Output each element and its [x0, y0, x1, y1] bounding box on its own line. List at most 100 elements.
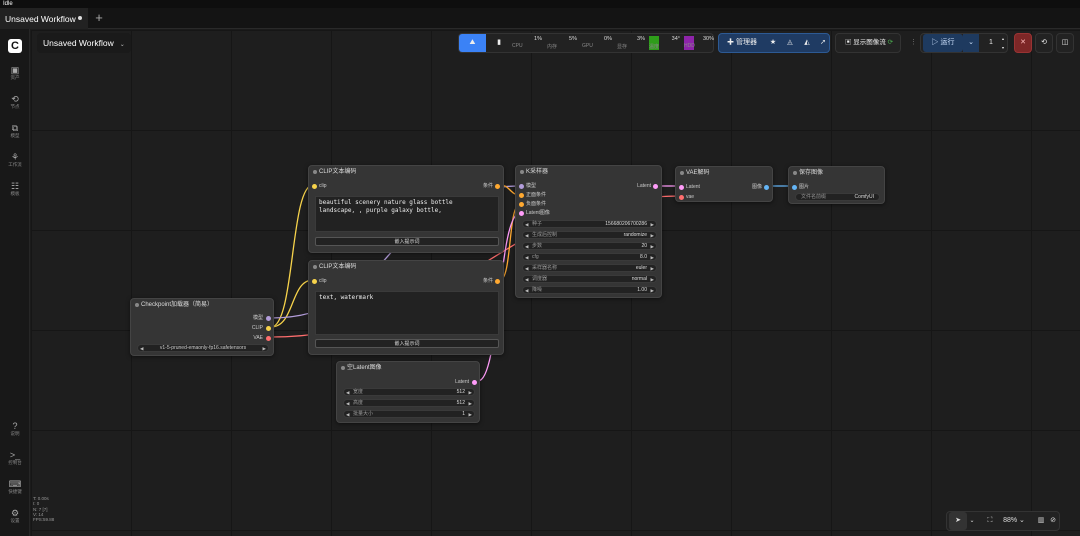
sidebar-item-console[interactable]: >_ 控制台 — [0, 450, 30, 466]
sidebar-item-workflows[interactable]: ⚘ 工作流 — [0, 152, 30, 168]
denoise-widget[interactable]: ◀ 降噪 1.00 ▶ — [522, 286, 657, 294]
arrow-left-icon: ◀ — [140, 346, 144, 351]
embed-prompt-button[interactable]: 嵌入提示词 — [315, 237, 499, 246]
node-clip-text-encode-negative[interactable]: CLIP文本编码 clip 条件 text, watermark 嵌入提示词 — [308, 260, 504, 355]
comfy-logo-icon[interactable]: C — [8, 39, 22, 53]
sidebar-item-models[interactable]: ⧉ 模型 — [0, 123, 30, 139]
sidebar-item-templates[interactable]: ☷ 模板 — [0, 181, 30, 197]
steps-widget[interactable]: ◀ 步数 20 ▶ — [522, 242, 657, 250]
sidebar-item-shortcuts[interactable]: ⌨ 快捷键 — [0, 479, 30, 495]
batch-size-widget[interactable]: ◀ 批量大小 1 ▶ — [343, 410, 475, 418]
scheduler-widget[interactable]: ◀ 调度器 normal ▶ — [522, 275, 657, 283]
puzzle-icon: ✚ — [727, 39, 736, 46]
vram-monitor: 3% 显存 — [617, 36, 645, 50]
height-widget[interactable]: ◀ 高度 512 ▶ — [343, 399, 475, 407]
crystools-icon[interactable]: ⛰ — [459, 34, 486, 52]
node-title: Checkpoint加载器（简易） — [131, 299, 273, 311]
model-input-dot[interactable] — [519, 184, 524, 189]
node-title: CLIP文本编码 — [309, 166, 503, 178]
star-icon[interactable]: ★ — [765, 34, 781, 52]
sidebar-item-help[interactable]: ? 说明 — [0, 421, 30, 437]
cfg-widget[interactable]: ◀ cfg 8.0 ▶ — [522, 253, 657, 261]
manager-group: ✚ 管理器 ★ ◬ ◭ ➚ — [718, 33, 830, 53]
prompt-textarea[interactable]: beautiful scenery nature glass bottle la… — [315, 196, 499, 232]
model-output-dot[interactable] — [266, 316, 271, 321]
filename-prefix-widget[interactable]: 文件名前缀 ComfyUI — [795, 193, 880, 201]
help-icon: ? — [12, 421, 18, 431]
toggle-panel-button[interactable]: ◫ — [1056, 33, 1074, 53]
unsaved-dot-icon[interactable] — [78, 16, 82, 20]
run-group: ▷ 运行 ⌄ 1 ▴ ▾ — [920, 33, 1008, 53]
clip-input-dot[interactable] — [312, 184, 317, 189]
tab-label: Unsaved Workflow — [5, 13, 76, 24]
prompt-textarea[interactable]: text, watermark — [315, 291, 499, 335]
minimap-icon[interactable]: ▥ — [1035, 512, 1047, 530]
control-after-generate-widget[interactable]: ◀ 生成后控制 randomize ▶ — [522, 231, 657, 239]
node-title: 空Latent图像 — [337, 362, 479, 374]
model-icon: ⧉ — [11, 123, 19, 133]
keyboard-icon: ⌨ — [8, 479, 22, 489]
clip-output-dot[interactable] — [266, 326, 271, 331]
system-monitor: ⛰ ▮ 1% CPU 5% 内存 0% GPU 3% 显存 34° 温度 30% HDD — [458, 33, 714, 53]
sampler-name-widget[interactable]: ◀ 采样器名称 euler ▶ — [522, 264, 657, 272]
node-checkpoint-loader[interactable]: Checkpoint加载器（简易） 模型 CLIP VAE ◀ v1-5-prun… — [130, 298, 274, 356]
conditioning-output-dot[interactable] — [495, 279, 500, 284]
manager-button[interactable]: ✚ 管理器 — [721, 34, 763, 52]
node-title: K采样器 — [516, 166, 661, 178]
vae-output-dot[interactable] — [266, 336, 271, 341]
node-empty-latent-image[interactable]: 空Latent图像 Latent ◀ 宽度 512 ▶ ◀ 高度 512 ▶ ◀ 批量大小 1 ▶ — [336, 361, 480, 423]
link-visibility-icon[interactable]: ⊘ — [1047, 512, 1059, 530]
node-vae-decode[interactable]: VAE解码 Latent vae 图像 — [675, 166, 773, 202]
show-image-stream-button[interactable]: ▣ 显示图像流 ⟳ — [835, 33, 901, 53]
workflow-title-dropdown[interactable]: Unsaved Workflow ⌄ — [37, 33, 131, 53]
select-mode-icon[interactable]: ➤ — [949, 512, 967, 530]
zoom-level[interactable]: 88% ⌄ — [1001, 512, 1027, 530]
ckpt-name-select[interactable]: ◀ v1-5-pruned-emaonly-fp16.safetensors ▶ — [137, 344, 269, 352]
embed-prompt-button[interactable]: 嵌入提示词 — [315, 339, 499, 348]
share-icon[interactable]: ◭ — [799, 34, 815, 52]
ram-monitor: 5% 内存 — [547, 36, 577, 50]
seed-widget[interactable]: ◀ 种子 156680206700286 ▶ — [522, 220, 657, 228]
run-options-chevron-icon[interactable]: ⌄ — [963, 34, 979, 52]
cancel-run-button[interactable]: ✕ — [1014, 33, 1032, 53]
latent-output-dot[interactable] — [653, 184, 658, 189]
upload-icon[interactable]: ➚ — [815, 34, 831, 52]
history-button[interactable]: ⟲ — [1035, 33, 1053, 53]
conditioning-output-dot[interactable] — [495, 184, 500, 189]
queue-stepper-icon[interactable]: ▴ ▾ — [999, 34, 1007, 52]
model-manager-icon[interactable]: ◬ — [782, 34, 798, 52]
vae-input-dot[interactable] — [679, 195, 684, 200]
queue-count-input[interactable]: 1 — [983, 34, 999, 52]
nodes-icon: ⟲ — [11, 94, 19, 104]
positive-input-dot[interactable] — [519, 193, 524, 198]
latent-input-dot[interactable] — [519, 211, 524, 216]
image-output-dot[interactable] — [764, 185, 769, 190]
node-ksampler[interactable]: K采样器 模型 正面条件 负面条件 Latent图像 Latent ◀ 种子 156… — [515, 165, 662, 298]
temperature-monitor: 34° 温度 — [649, 36, 680, 50]
latent-output-dot[interactable] — [472, 380, 477, 385]
window-status: Idle — [0, 0, 1080, 8]
new-tab-button[interactable]: + — [92, 10, 106, 26]
sidebar-item-assets[interactable]: ▣ 资产 — [0, 65, 30, 81]
panel-icon: ◫ — [1061, 39, 1069, 46]
settings-icon: ⚙ — [10, 508, 20, 518]
node-save-image[interactable]: 保存图像 图片 文件名前缀 ComfyUI — [788, 166, 885, 204]
negative-input-dot[interactable] — [519, 202, 524, 207]
chevron-down-icon[interactable]: ⌄ — [967, 512, 977, 530]
node-title: VAE解码 — [676, 167, 772, 179]
sidebar-item-settings[interactable]: ⚙ 设置 — [0, 508, 30, 524]
cpu-monitor: 1% CPU — [512, 36, 542, 49]
sidebar: C ▣ 资产 ⟲ 节点 ⧉ 模型 ⚘ 工作流 ☷ 模板 ? 说明 >_ 控制台 ⌨ 快捷键 ⚙ 设… — [0, 29, 30, 536]
sidebar-item-nodes[interactable]: ⟲ 节点 — [0, 94, 30, 110]
node-clip-text-encode-positive[interactable]: CLIP文本编码 clip 条件 beautiful scenery natur… — [308, 165, 504, 253]
images-input-dot[interactable] — [792, 185, 797, 190]
tab-unsaved-workflow[interactable]: Unsaved Workflow — [0, 8, 88, 29]
clip-input-dot[interactable] — [312, 279, 317, 284]
fit-view-icon[interactable]: ⛶ — [983, 512, 997, 530]
latent-input-dot[interactable] — [679, 185, 684, 190]
image-icon: ▣ — [10, 65, 20, 75]
width-widget[interactable]: ◀ 宽度 512 ▶ — [343, 388, 475, 396]
render-stats: T: 0.00s I: 0 N: 7 [7] V: 14 FPS:59.88 — [33, 496, 55, 523]
run-button[interactable]: ▷ 运行 — [923, 34, 963, 52]
panel-toggle-icon[interactable]: ▮ — [489, 34, 509, 52]
